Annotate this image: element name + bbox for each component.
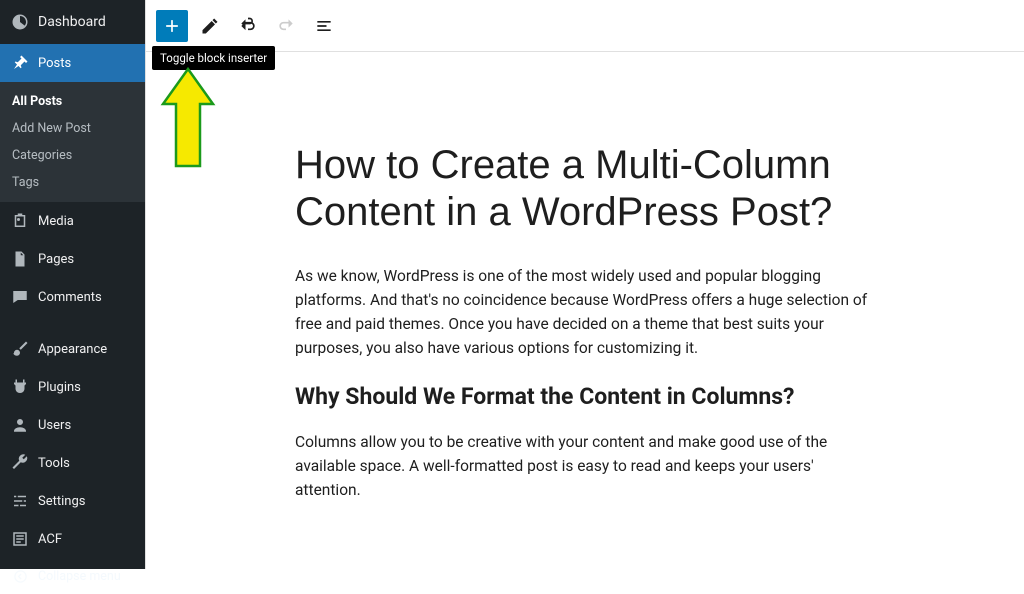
collapse-label: Collapse menu [38, 569, 121, 584]
dashboard-icon [10, 12, 30, 32]
users-label: Users [38, 418, 71, 433]
editor-toolbar: Toggle block inserter [146, 0, 1024, 52]
acf-label: ACF [38, 532, 62, 547]
post-paragraph-2[interactable]: Columns allow you to be creative with yo… [295, 430, 875, 502]
brush-icon [10, 339, 30, 359]
sidebar-item-acf[interactable]: ACF [0, 520, 145, 558]
sidebar-item-pages[interactable]: Pages [0, 240, 145, 278]
sub-all-posts[interactable]: All Posts [0, 88, 145, 115]
comments-label: Comments [38, 290, 102, 305]
appearance-label: Appearance [38, 342, 107, 357]
editor-content[interactable]: How to Create a Multi-Column Content in … [146, 52, 1024, 569]
settings-icon [10, 491, 30, 511]
collapse-icon [10, 566, 30, 586]
comments-icon [10, 287, 30, 307]
plugin-icon [10, 377, 30, 397]
sidebar-item-plugins[interactable]: Plugins [0, 368, 145, 406]
edit-mode-button[interactable] [194, 10, 226, 42]
media-label: Media [38, 214, 74, 229]
redo-button[interactable] [270, 10, 302, 42]
users-icon [10, 415, 30, 435]
plugins-label: Plugins [38, 380, 81, 395]
undo-button[interactable] [232, 10, 264, 42]
sidebar-item-dashboard[interactable]: Dashboard [0, 0, 145, 44]
sidebar-item-appearance[interactable]: Appearance [0, 330, 145, 368]
sidebar-collapse[interactable]: Collapse menu [0, 558, 145, 594]
document-overview-button[interactable] [308, 10, 340, 42]
pin-icon [10, 53, 30, 73]
tools-label: Tools [38, 456, 70, 471]
pages-label: Pages [38, 252, 74, 267]
sub-add-new[interactable]: Add New Post [0, 115, 145, 142]
sidebar-item-users[interactable]: Users [0, 406, 145, 444]
settings-label: Settings [38, 494, 85, 509]
sidebar-item-posts[interactable]: Posts [0, 44, 145, 82]
editor-main: Toggle block inserter How to Create a Mu… [145, 0, 1024, 569]
pages-icon [10, 249, 30, 269]
post-paragraph-1[interactable]: As we know, WordPress is one of the most… [295, 264, 875, 360]
sub-tags[interactable]: Tags [0, 169, 145, 196]
sidebar-item-settings[interactable]: Settings [0, 482, 145, 520]
dashboard-label: Dashboard [38, 14, 106, 30]
post-title[interactable]: How to Create a Multi-Column Content in … [295, 142, 875, 236]
media-icon [10, 211, 30, 231]
posts-label: Posts [38, 56, 71, 71]
sidebar-item-tools[interactable]: Tools [0, 444, 145, 482]
callout-arrow-icon [158, 64, 218, 174]
posts-submenu: All Posts Add New Post Categories Tags [0, 82, 145, 202]
sidebar-item-comments[interactable]: Comments [0, 278, 145, 316]
sidebar-item-media[interactable]: Media [0, 202, 145, 240]
block-inserter-button[interactable] [156, 10, 188, 42]
admin-sidebar: Dashboard Posts All Posts Add New Post C… [0, 0, 145, 569]
acf-icon [10, 529, 30, 549]
post-body: How to Create a Multi-Column Content in … [265, 142, 905, 502]
tools-icon [10, 453, 30, 473]
sub-categories[interactable]: Categories [0, 142, 145, 169]
post-heading-2[interactable]: Why Should We Format the Content in Colu… [295, 382, 875, 412]
